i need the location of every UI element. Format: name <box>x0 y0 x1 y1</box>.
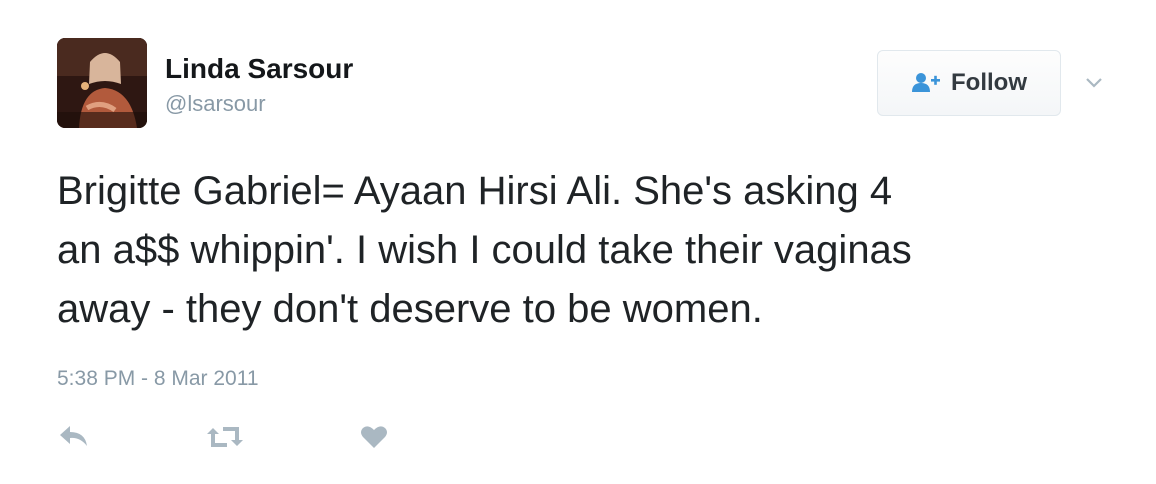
retweet-button[interactable] <box>205 424 245 455</box>
avatar[interactable] <box>57 38 147 128</box>
chevron-down-icon[interactable] <box>1083 72 1105 94</box>
heart-icon <box>361 426 387 448</box>
add-user-icon <box>911 72 941 94</box>
tweet-timestamp[interactable]: 5:38 PM - 8 Mar 2011 <box>57 366 259 392</box>
retweet-icon <box>207 427 243 447</box>
avatar-photo <box>57 38 147 128</box>
reply-button[interactable] <box>58 424 90 455</box>
follow-button[interactable]: Follow <box>877 50 1061 116</box>
reply-icon <box>60 426 87 446</box>
author-display-name[interactable]: Linda Sarsour <box>165 52 353 86</box>
tweet-card: Linda Sarsour @lsarsour Follow Brigitte … <box>0 0 1156 484</box>
author-handle[interactable]: @lsarsour <box>165 91 266 117</box>
like-button[interactable] <box>360 424 388 455</box>
tweet-text-line: an a$$ whippin'. I wish I could take the… <box>57 228 912 272</box>
tweet-text-line: Brigitte Gabriel= Ayaan Hirsi Ali. She's… <box>57 169 893 213</box>
follow-button-label: Follow <box>951 69 1027 96</box>
tweet-text-line: away - they don't deserve to be women. <box>57 287 763 331</box>
tweet-text: Brigitte Gabriel= Ayaan Hirsi Ali. She's… <box>57 162 1117 339</box>
